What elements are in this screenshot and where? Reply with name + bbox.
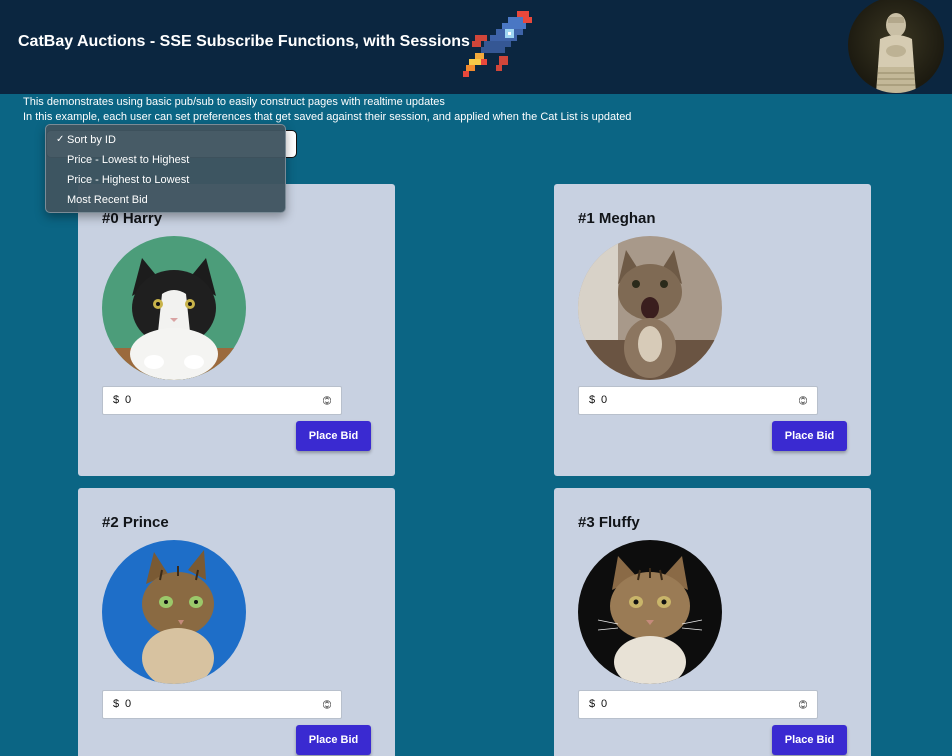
- cat-photo: [102, 540, 246, 684]
- currency-symbol: $: [589, 698, 596, 710]
- cat-photo: [578, 236, 722, 380]
- sort-option-label: Most Recent Bid: [67, 194, 148, 206]
- cat-card: #1 Meghan $ 0 Place Bid: [554, 184, 871, 476]
- app-header: CatBay Auctions - SSE Subscribe Function…: [0, 0, 952, 94]
- sort-option-id[interactable]: ✓ Sort by ID: [46, 130, 285, 150]
- intro-line-1: This demonstrates using basic pub/sub to…: [23, 96, 445, 108]
- bid-value: 0: [601, 394, 608, 406]
- intro-line-2: In this example, each user can set prefe…: [23, 111, 632, 123]
- cat-card: #3 Fluffy $ 0 Place Bid: [554, 488, 871, 756]
- checkmark-icon: ✓: [56, 134, 65, 145]
- currency-symbol: $: [113, 394, 120, 406]
- place-bid-button[interactable]: Place Bid: [772, 725, 847, 755]
- app-title: CatBay Auctions - SSE Subscribe Function…: [18, 33, 470, 50]
- rocket-icon: [463, 11, 532, 77]
- bid-input[interactable]: $ 0: [102, 386, 342, 415]
- currency-symbol: $: [589, 394, 596, 406]
- intro-text: This demonstrates using basic pub/sub to…: [23, 95, 631, 125]
- bid-input[interactable]: $ 0: [102, 690, 342, 719]
- stepper-icon[interactable]: [323, 697, 331, 712]
- sort-option-label: Sort by ID: [67, 134, 116, 146]
- bid-value: 0: [125, 394, 132, 406]
- cat-card: #2 Prince $ 0 Place Bid: [78, 488, 395, 756]
- place-bid-button[interactable]: Place Bid: [296, 725, 371, 755]
- sort-option-price-asc[interactable]: Price - Lowest to Highest: [46, 150, 285, 170]
- statue-avatar: [876, 13, 916, 93]
- user-avatar[interactable]: [848, 0, 944, 93]
- cat-photo: [578, 540, 722, 684]
- sort-option-recent-bid[interactable]: Most Recent Bid: [46, 190, 285, 210]
- bid-value: 0: [601, 698, 608, 710]
- bid-input[interactable]: $ 0: [578, 386, 818, 415]
- sort-option-label: Price - Highest to Lowest: [67, 174, 190, 186]
- sort-dropdown-menu: ✓ Sort by ID Price - Lowest to Highest P…: [45, 124, 286, 213]
- stepper-icon[interactable]: [323, 393, 331, 408]
- stepper-icon[interactable]: [799, 697, 807, 712]
- cat-photo: [102, 236, 246, 380]
- sort-option-label: Price - Lowest to Highest: [67, 154, 190, 166]
- stepper-icon[interactable]: [799, 393, 807, 408]
- cat-card: #0 Harry $ 0 Place Bid: [78, 184, 395, 476]
- cat-name: #2 Prince: [102, 514, 169, 531]
- cat-name: #3 Fluffy: [578, 514, 640, 531]
- place-bid-button[interactable]: Place Bid: [296, 421, 371, 451]
- place-bid-button[interactable]: Place Bid: [772, 421, 847, 451]
- bid-input[interactable]: $ 0: [578, 690, 818, 719]
- currency-symbol: $: [113, 698, 120, 710]
- bid-value: 0: [125, 698, 132, 710]
- sort-option-price-desc[interactable]: Price - Highest to Lowest: [46, 170, 285, 190]
- cat-name: #1 Meghan: [578, 210, 656, 227]
